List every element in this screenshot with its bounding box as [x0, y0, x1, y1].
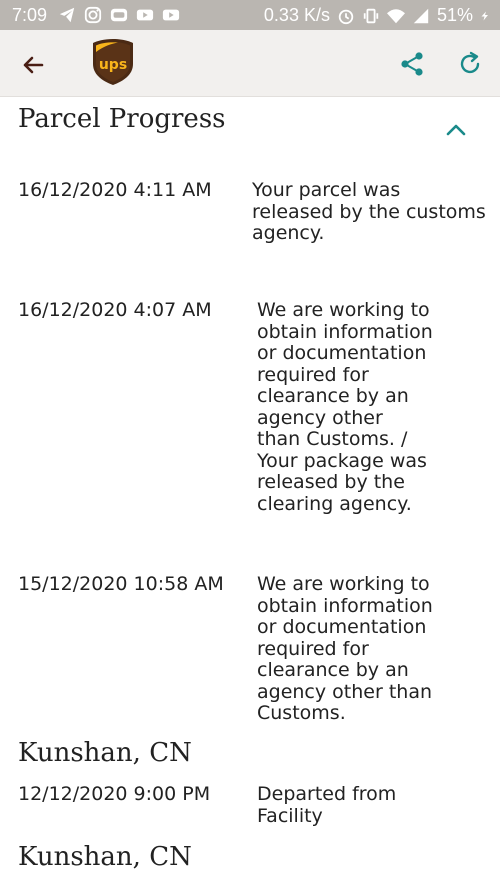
status-time: 7:09 — [12, 5, 48, 25]
ups-logo: ups — [93, 39, 133, 85]
instagram-icon — [84, 6, 102, 24]
youtube-icon — [136, 9, 154, 21]
event-description: Departed from Facility — [257, 783, 397, 827]
share-icon[interactable] — [398, 50, 426, 78]
status-bar: 7:09 0.33 K/s 51% — [0, 0, 500, 30]
location-heading: Kunshan, CN — [18, 738, 192, 768]
notification-icons — [58, 6, 180, 24]
arrow-left-icon[interactable] — [18, 50, 48, 80]
description-line: clearing agency. — [257, 492, 412, 515]
refresh-icon[interactable] — [456, 50, 484, 78]
description-line: agency. — [252, 222, 325, 244]
description-line: obtain information — [257, 594, 433, 617]
youtube-icon — [162, 9, 180, 21]
description-line: Departed from — [257, 783, 397, 805]
event-date: 12/12/2020 9:00 PM — [18, 783, 211, 805]
description-line: clearance by an — [257, 659, 409, 681]
location-heading: Kunshan, CN — [18, 842, 192, 872]
event-description: We are working to obtain information or … — [257, 299, 433, 515]
alarm-icon — [338, 9, 354, 24]
event-date: 15/12/2020 10:58 AM — [18, 573, 224, 595]
description-line: We are working to — [257, 299, 430, 321]
section-title: Parcel Progress — [18, 104, 226, 134]
wifi-icon — [386, 8, 405, 23]
event-date: 16/12/2020 4:07 AM — [18, 299, 212, 321]
description-line: agency other — [257, 406, 383, 429]
description-line: or documentation — [257, 342, 427, 364]
signal-icon — [413, 8, 429, 23]
description-line: We are working to — [257, 573, 430, 595]
description-line: released by the customs — [252, 200, 486, 223]
badge-icon — [110, 8, 128, 22]
description-line: agency other than — [257, 680, 432, 703]
description-line: or documentation — [257, 616, 427, 638]
description-line: released by the — [257, 471, 405, 493]
system-status: 0.33 K/s 51% — [264, 5, 490, 26]
telegram-icon — [59, 7, 75, 23]
description-line: Customs. — [257, 702, 346, 724]
description-line: required for — [257, 363, 369, 386]
vibrate-icon — [363, 8, 379, 23]
battery-level: 51% — [436, 5, 473, 25]
chevron-up-icon[interactable] — [444, 120, 468, 138]
svg-text:ups: ups — [99, 57, 127, 73]
description-line: than Customs. / — [257, 428, 408, 450]
app-bar: ups — [0, 30, 500, 97]
description-line: required for — [257, 637, 369, 660]
event-description: Your parcel was released by the customs … — [252, 179, 486, 245]
event-date: 16/12/2020 4:11 AM — [18, 179, 212, 201]
description-line: Facility — [257, 804, 323, 827]
description-line: Your parcel was — [252, 179, 401, 201]
description-line: obtain information — [257, 320, 433, 343]
network-speed: 0.33 K/s — [263, 5, 330, 25]
description-line: Your package was — [257, 449, 427, 472]
battery-charging-icon — [481, 11, 488, 20]
description-line: clearance by an — [257, 385, 409, 407]
event-description: We are working to obtain information or … — [257, 573, 433, 725]
